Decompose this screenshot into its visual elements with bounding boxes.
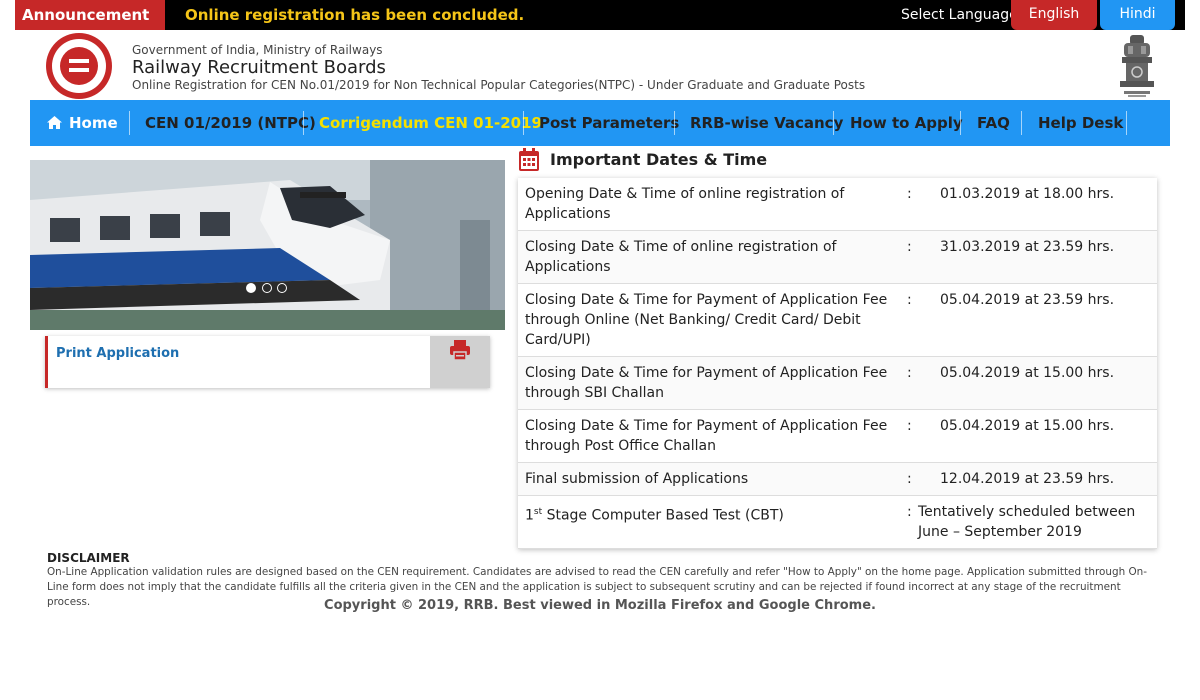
header-subtitle: Online Registration for CEN No.01/2019 f… [132,78,866,92]
nav-how-to-apply[interactable]: How to Apply [850,100,963,146]
date-value: 31.03.2019 at 23.59 hrs. [940,239,1115,255]
nav-help-desk[interactable]: Help Desk [1038,100,1123,146]
date-value: 12.04.2019 at 23.59 hrs. [940,471,1115,487]
nav-faq[interactable]: FAQ [977,100,1010,146]
calendar-icon [519,148,539,171]
print-button[interactable] [430,336,490,388]
nav-home-label: Home [69,114,118,132]
nav-home[interactable]: Home [46,100,118,146]
separator: : [907,186,912,202]
separator: : [907,292,912,308]
date-label: 1st Stage Computer Based Test (CBT) [518,502,898,526]
nav-corrigendum[interactable]: Corrigendum CEN 01-2019 [319,100,542,146]
cbt-label: Stage Computer Based Test (CBT) [542,507,784,524]
table-row: 1st Stage Computer Based Test (CBT) : Te… [518,496,1157,549]
date-label: Opening Date & Time of online registrati… [525,186,845,222]
home-icon [47,116,62,129]
header-title: Railway Recruitment Boards [132,57,386,78]
language-label: Select Language [901,7,1018,23]
rrb-logo-icon [46,33,112,99]
separator: : [907,418,912,434]
print-application-card: Print Application [45,336,490,388]
disclaimer-title: DISCLAIMER [47,551,130,565]
date-value: 05.04.2019 at 15.00 hrs. [940,418,1115,434]
slider-dot-3[interactable] [277,283,287,293]
table-row: Closing Date & Time for Payment of Appli… [518,410,1157,463]
separator: : [907,365,912,381]
table-row: Closing Date & Time of online registrati… [518,231,1157,284]
slider-dot-2[interactable] [262,283,272,293]
train-image [30,160,505,330]
separator: : [907,471,912,487]
date-value: Tentatively scheduled between June – Sep… [918,504,1136,540]
date-value: 05.04.2019 at 23.59 hrs. [940,292,1115,308]
national-emblem-icon [1120,35,1154,97]
copyright: Copyright © 2019, RRB. Best viewed in Mo… [324,598,876,613]
date-label: Closing Date & Time for Payment of Appli… [525,418,888,454]
printer-icon [450,340,470,361]
slider-dot-1[interactable] [246,283,256,293]
date-label: Closing Date & Time of online registrati… [525,239,837,275]
announcement-label: Announcement [15,0,165,30]
date-value: 01.03.2019 at 18.00 hrs. [940,186,1115,202]
announcement-text: Online registration has been concluded. [185,6,525,24]
nav-post-parameters[interactable]: Post Parameters [539,100,679,146]
table-row: Opening Date & Time of online registrati… [518,178,1157,231]
dates-title: Important Dates & Time [550,150,768,169]
cbt-number: 1 [525,507,534,524]
date-label: Closing Date & Time for Payment of Appli… [525,365,888,401]
image-slider[interactable] [30,160,505,330]
header-ministry: Government of India, Ministry of Railway… [132,43,383,57]
date-label: Closing Date & Time for Payment of Appli… [525,292,888,348]
table-row: Closing Date & Time for Payment of Appli… [518,284,1157,357]
main-nav: Home CEN 01/2019 (NTPC) Corrigendum CEN … [30,100,1170,146]
separator: : [907,239,912,255]
table-row: Closing Date & Time for Payment of Appli… [518,357,1157,410]
nav-rrb-wise-vacancy[interactable]: RRB-wise Vacancy [690,100,843,146]
date-label: Final submission of Applications [525,471,749,487]
nav-cen-ntpc[interactable]: CEN 01/2019 (NTPC) [145,100,316,146]
table-row: Final submission of Applications : 12.04… [518,463,1157,496]
separator: : [907,504,912,520]
print-application-link[interactable]: Print Application [56,346,179,361]
language-english-button[interactable]: English [1011,0,1097,30]
important-dates-table: Opening Date & Time of online registrati… [518,178,1157,549]
announcement-bar: Announcement Online registration has bee… [15,0,1185,30]
date-value: 05.04.2019 at 15.00 hrs. [940,365,1115,381]
cbt-ordinal: st [533,507,543,517]
language-hindi-button[interactable]: Hindi [1100,0,1175,30]
